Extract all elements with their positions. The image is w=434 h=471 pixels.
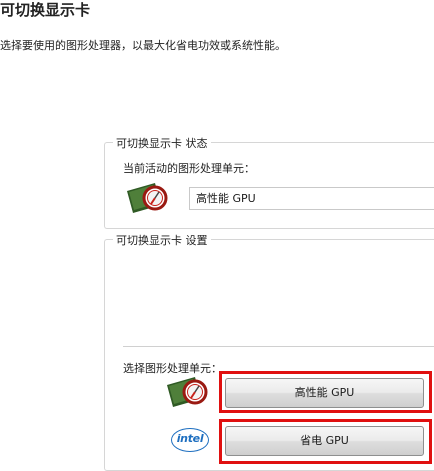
status-groupbox: 可切换显示卡 状态 当前活动的图形处理单元： 高性能 GPU — [104, 135, 434, 229]
intel-logo: intel — [171, 428, 209, 452]
power-saving-gpu-button[interactable]: 省电 GPU — [225, 426, 424, 456]
amd-gpu-icon — [125, 181, 171, 215]
page-description: 选择要使用的图形处理器，以最大化省电功效或系统性能。 — [0, 39, 286, 52]
current-gpu-value: 高性能 GPU — [189, 187, 434, 210]
select-gpu-label: 选择图形处理单元： — [123, 362, 222, 375]
current-gpu-label: 当前活动的图形处理单元： — [123, 162, 255, 175]
status-group-legend: 可切换显示卡 状态 — [113, 135, 211, 151]
settings-separator — [123, 346, 434, 347]
amd-gpu-icon — [165, 375, 211, 409]
high-performance-gpu-button[interactable]: 高性能 GPU — [225, 378, 424, 408]
settings-group-legend: 可切换显示卡 设置 — [113, 232, 211, 248]
page-title: 可切换显示卡 — [0, 1, 91, 19]
